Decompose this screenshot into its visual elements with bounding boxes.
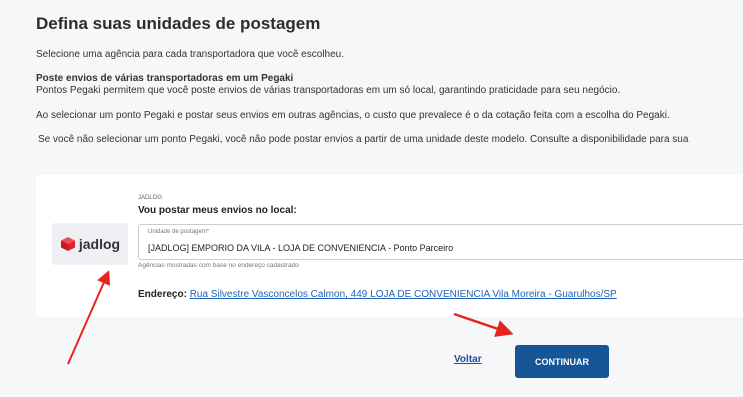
posting-unit-label: Unidade de postagem* bbox=[148, 229, 210, 235]
warning-text: Se você não selecionar um ponto Pegaki, … bbox=[38, 134, 689, 145]
page-title: Defina suas unidades de postagem bbox=[36, 14, 321, 33]
cost-info-text: Ao selecionar um ponto Pegaki e postar s… bbox=[36, 110, 670, 121]
posting-unit-select[interactable] bbox=[138, 224, 743, 260]
posting-unit-value[interactable]: [JADLOG] EMPORIO DA VILA - LOJA DE CONVE… bbox=[148, 243, 453, 253]
back-link[interactable]: Voltar bbox=[454, 354, 482, 365]
carrier-label: JADLOG bbox=[138, 195, 163, 201]
multi-carrier-heading: Poste envios de várias transportadoras e… bbox=[36, 73, 294, 84]
posting-unit-helper: Agências mostradas com base no endereço … bbox=[138, 262, 299, 269]
jadlog-cube-icon bbox=[60, 237, 75, 251]
address-link[interactable]: Rua Silvestre Vasconcelos Calmon, 449 LO… bbox=[190, 289, 617, 300]
carrier-logo: jadlog bbox=[52, 223, 128, 265]
multi-carrier-text: Pontos Pegaki permitem que você poste en… bbox=[36, 85, 621, 96]
address-line: Endereço: Rua Silvestre Vasconcelos Calm… bbox=[138, 289, 617, 300]
carrier-logo-text: jadlog bbox=[78, 236, 121, 252]
location-question: Vou postar meus envios no local: bbox=[138, 205, 297, 216]
address-label: Endereço: bbox=[138, 289, 187, 300]
continue-button[interactable]: CONTINUAR bbox=[515, 345, 609, 378]
intro-text: Selecione uma agência para cada transpor… bbox=[36, 49, 344, 60]
